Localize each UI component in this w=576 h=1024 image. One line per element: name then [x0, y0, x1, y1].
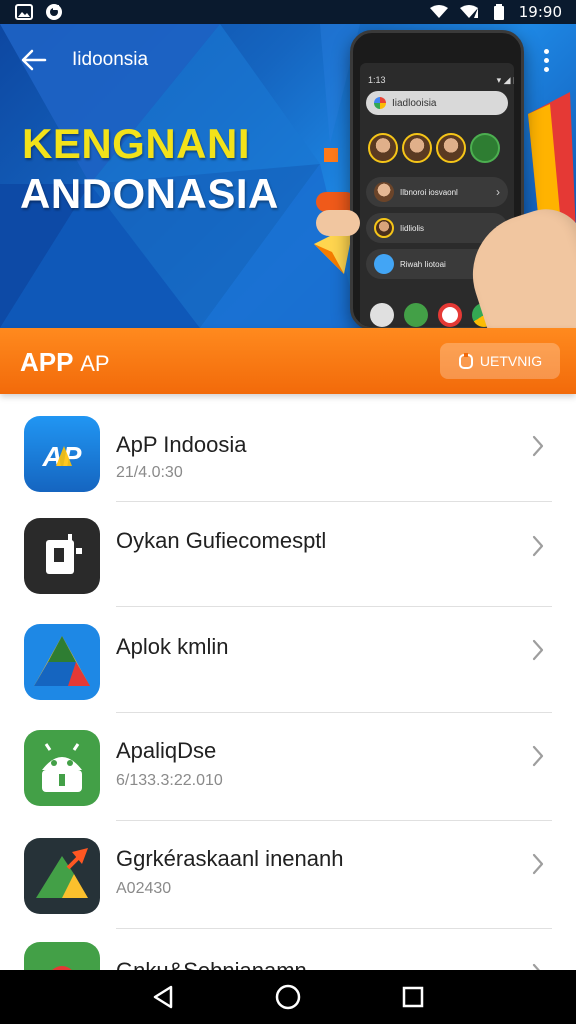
app-notification-icon — [44, 4, 64, 20]
avatar — [368, 133, 398, 163]
nav-recents-button[interactable] — [393, 977, 433, 1017]
app-name: Aplok kmlin — [116, 634, 229, 659]
section-action-button[interactable]: UETVNIG — [440, 343, 560, 379]
chevron-right-icon — [532, 435, 544, 457]
status-bar: 19:90 — [0, 0, 576, 24]
phone-list-item: Ilbnoroi iosvaonl › — [366, 177, 508, 207]
list-item[interactable]: ApaliqDse 6/133.3:22.010 — [0, 714, 576, 821]
partial-app-icon — [24, 942, 100, 970]
phone-avatar-row — [368, 133, 500, 163]
refresh-icon — [458, 353, 473, 369]
back-button[interactable] — [18, 44, 50, 76]
menu-dot — [543, 66, 549, 72]
chevron-right-icon — [532, 639, 544, 661]
chevron-right-icon — [532, 745, 544, 767]
menu-dot — [543, 57, 549, 63]
divider — [116, 820, 552, 821]
dark-square-app-icon — [24, 518, 100, 594]
section-title-light: AP — [80, 351, 110, 376]
chevron-right-icon — [532, 963, 540, 970]
google-g-icon — [374, 97, 386, 109]
app-subtitle: 6/133.3:22.010 — [116, 772, 223, 789]
arrow-chart-icon — [24, 838, 100, 914]
app-name: ApP Indoosia — [116, 432, 247, 457]
app-name: Oykan Gufiecomesptl — [116, 528, 327, 553]
section-title-bold: APP — [20, 347, 73, 377]
hero-banner: Iidoonsia KENGNANI ANDONASIA 1:13 ▾ ◢ ▮ … — [0, 24, 576, 328]
section-title: APP AP — [20, 347, 110, 378]
drive-triangle-icon — [24, 624, 100, 700]
app-screen: 19:90 Iidoonsia KENGNANI ANDONASIA 1:13 … — [0, 0, 576, 1024]
ap-logo-icon: AP — [24, 416, 100, 492]
list-item[interactable]: AP ApP Indoosia 21/4.0:30 — [0, 394, 576, 502]
hero-headline-line2: ANDONASIA — [20, 170, 279, 217]
app-subtitle: A02430 — [116, 880, 172, 897]
avatar — [402, 133, 432, 163]
status-time: 19:90 — [518, 3, 562, 21]
wifi-icon — [429, 4, 449, 20]
list-item[interactable]: Oykan Gufiecomesptl — [0, 502, 576, 608]
app-list: AP ApP Indoosia 21/4.0:30 Oykan Gufiecom… — [0, 394, 576, 970]
chevron-right-icon: › — [496, 185, 500, 199]
triangle-back-icon — [153, 985, 172, 1009]
status-right: 19:90 — [429, 3, 562, 21]
nav-back-button[interactable] — [143, 977, 183, 1017]
phone-list-text: Ilbnoroi iosvaonl — [400, 187, 458, 197]
divider — [116, 712, 552, 713]
divider — [116, 928, 552, 929]
phone-list-text: Riwah Iiotoai — [400, 259, 446, 269]
decor-orange-square — [324, 148, 338, 162]
list-item[interactable]: Gnku&Sebnianamn — [0, 930, 576, 970]
chevron-right-icon — [532, 535, 544, 557]
phone-status: 1:13 ▾ ◢ ▮ — [368, 75, 514, 86]
phone-time: 1:13 — [368, 75, 386, 85]
app-icon — [438, 303, 462, 327]
phone-search-text: Iiadlooisia — [392, 97, 437, 109]
status-left — [14, 4, 64, 20]
phone-list-text: Iidliolis — [400, 223, 425, 233]
section-action-label: UETVNIG — [479, 353, 543, 369]
avatar — [374, 218, 394, 238]
app-icon — [370, 303, 394, 327]
phone-search-bar: Iiadlooisia — [366, 91, 508, 115]
hero-headline-line1: KENGNANI — [22, 120, 251, 167]
chevron-right-icon — [532, 853, 544, 875]
avatar — [374, 182, 394, 202]
app-subtitle: 21/4.0:30 — [116, 464, 183, 481]
circle-home-icon — [275, 984, 301, 1010]
app-name: Gnku&Sebnianamn — [116, 958, 307, 970]
list-item[interactable]: Aplok kmlin — [0, 606, 576, 713]
phone-app-dock — [370, 303, 496, 327]
app-name: Ggrkéraskaanl inenanh — [116, 846, 344, 871]
overflow-menu-button[interactable] — [536, 44, 556, 76]
battery-icon — [489, 4, 509, 20]
phone-status-icons: ▾ ◢ ▮ — [496, 75, 514, 85]
list-item[interactable]: Ggrkéraskaanl inenanh A02430 — [0, 822, 576, 929]
menu-dot — [543, 48, 549, 54]
square-recents-icon — [403, 986, 424, 1008]
thumb-illustration — [316, 210, 360, 236]
section-header-bar: APP AP UETVNIG — [0, 328, 576, 394]
app-name: ApaliqDse — [116, 738, 217, 763]
system-nav-bar — [0, 970, 576, 1024]
arrow-left-icon — [21, 49, 47, 71]
avatar — [436, 133, 466, 163]
image-icon — [14, 4, 34, 20]
nav-home-button[interactable] — [268, 977, 308, 1017]
app-icon — [404, 303, 428, 327]
avatar — [470, 133, 500, 163]
android-bot-icon — [24, 730, 100, 806]
avatar — [374, 254, 394, 274]
signal-icon — [459, 4, 479, 20]
page-title: Iidoonsia — [72, 49, 149, 70]
